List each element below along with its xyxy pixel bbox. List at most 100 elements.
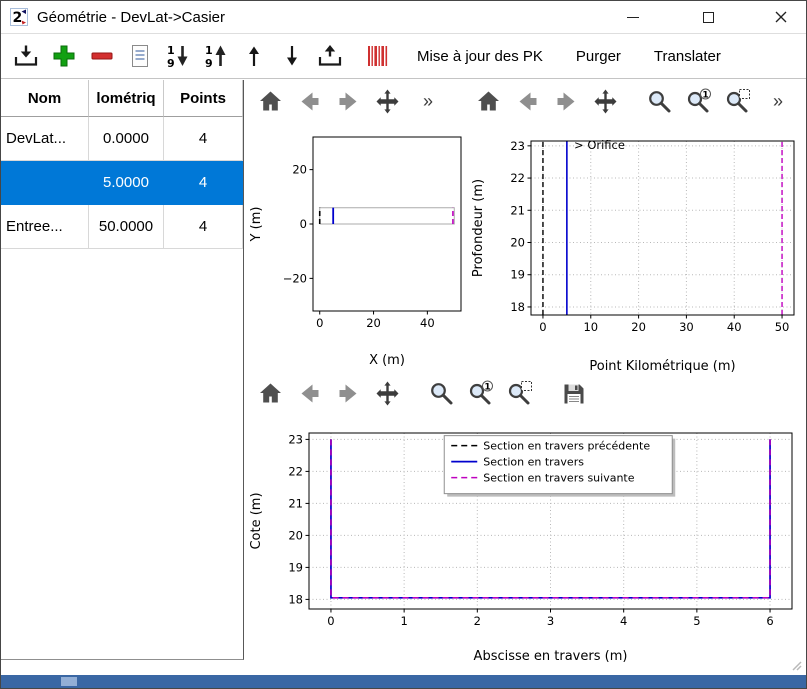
toolbar-overflow-chevron[interactable]: » xyxy=(773,91,783,112)
home-button[interactable] xyxy=(253,375,287,411)
zoom-rect-button[interactable] xyxy=(720,83,754,119)
pan-button[interactable] xyxy=(588,83,622,119)
close-icon xyxy=(775,11,787,23)
cell-nom[interactable]: DevLat... xyxy=(1,117,89,161)
resize-grip[interactable] xyxy=(789,658,803,672)
svg-text:20: 20 xyxy=(510,236,525,250)
cross-section-plot[interactable]: 0123456181920212223Abscisse en travers (… xyxy=(247,423,806,667)
zoom-one-icon: 1 xyxy=(467,380,494,407)
home-button[interactable] xyxy=(471,83,505,119)
svg-text:18: 18 xyxy=(510,300,525,314)
table-row-selected[interactable]: 5.0000 4 xyxy=(1,161,243,205)
profile-plot-toolbar: 1 » xyxy=(471,83,783,119)
zoom-one-button[interactable]: 1 xyxy=(681,83,715,119)
app-window: 2 Géométrie - DevLat->Casier xyxy=(0,0,807,689)
move-up-button[interactable] xyxy=(237,40,270,73)
svg-text:Cote (m): Cote (m) xyxy=(249,492,264,549)
svg-text:6: 6 xyxy=(766,614,773,628)
remove-button[interactable] xyxy=(85,40,118,73)
svg-text:18: 18 xyxy=(288,592,303,606)
zoom-button[interactable] xyxy=(424,375,458,411)
forward-icon xyxy=(553,88,580,115)
back-button[interactable] xyxy=(510,83,544,119)
svg-text:Point Kilométrique (m): Point Kilométrique (m) xyxy=(589,359,735,374)
close-button[interactable] xyxy=(758,2,804,32)
svg-text:22: 22 xyxy=(510,171,525,185)
pan-button[interactable] xyxy=(370,375,404,411)
pan-button[interactable] xyxy=(370,83,404,119)
svg-text:21: 21 xyxy=(510,203,525,217)
forward-button[interactable] xyxy=(549,83,583,119)
forward-button[interactable] xyxy=(331,83,365,119)
taskbar-app-icon[interactable] xyxy=(61,677,77,686)
sort-descending-button[interactable]: 1 9 xyxy=(161,40,194,73)
export-button[interactable] xyxy=(313,40,346,73)
zoom-icon xyxy=(646,88,673,115)
add-button[interactable] xyxy=(47,40,80,73)
svg-text:40: 40 xyxy=(727,320,742,334)
pk-stripes-button[interactable] xyxy=(361,40,394,73)
app-icon: 2 xyxy=(10,8,28,26)
svg-text:23: 23 xyxy=(288,432,303,446)
svg-text:19: 19 xyxy=(510,268,525,282)
save-button[interactable] xyxy=(556,375,590,411)
pan-icon xyxy=(374,380,401,407)
back-icon xyxy=(514,88,541,115)
cell-nom[interactable] xyxy=(1,161,89,205)
home-button[interactable] xyxy=(253,83,287,119)
cell-pk[interactable]: 0.0000 xyxy=(89,117,164,161)
svg-text:1: 1 xyxy=(205,44,213,57)
main-toolbar: 1 9 1 9 xyxy=(1,33,806,79)
svg-text:Profondeur (m): Profondeur (m) xyxy=(471,179,486,277)
column-header-points[interactable]: Points xyxy=(164,80,243,117)
taskbar-strip xyxy=(1,675,806,688)
column-header-pk[interactable]: lométriq xyxy=(89,80,164,117)
forward-button[interactable] xyxy=(331,375,365,411)
translate-button[interactable]: Translater xyxy=(644,42,731,71)
svg-text:2: 2 xyxy=(13,10,23,26)
column-header-nom[interactable]: Nom xyxy=(1,80,89,117)
svg-text:1: 1 xyxy=(484,382,490,392)
svg-text:X (m): X (m) xyxy=(369,353,405,368)
svg-text:22: 22 xyxy=(288,464,303,478)
svg-text:20: 20 xyxy=(288,528,303,542)
svg-text:0: 0 xyxy=(300,217,307,231)
minimize-icon xyxy=(627,17,639,18)
table-row[interactable]: DevLat... 0.0000 4 xyxy=(1,117,243,161)
import-button[interactable] xyxy=(9,40,42,73)
zoom-button[interactable] xyxy=(642,83,676,119)
back-button[interactable] xyxy=(292,375,326,411)
cell-points[interactable]: 4 xyxy=(164,117,243,161)
back-icon xyxy=(296,88,323,115)
pan-icon xyxy=(592,88,619,115)
cell-nom[interactable]: Entree... xyxy=(1,205,89,249)
plan-view-plot[interactable]: 02040−20020X (m)Y (m) xyxy=(247,125,467,371)
profile-view-plot[interactable]: 01020304050181920212223Point Kilométriqu… xyxy=(469,125,807,377)
pan-icon xyxy=(374,88,401,115)
cell-pk[interactable]: 5.0000 xyxy=(89,161,164,205)
purge-button[interactable]: Purger xyxy=(566,42,631,71)
zoom-icon xyxy=(428,380,455,407)
home-icon xyxy=(257,88,284,115)
toolbar-overflow-chevron[interactable]: » xyxy=(423,91,433,112)
svg-text:Section en travers suivante: Section en travers suivante xyxy=(483,472,634,485)
zoom-one-button[interactable]: 1 xyxy=(463,375,497,411)
svg-text:3: 3 xyxy=(547,614,554,628)
table-row[interactable]: Entree... 50.0000 4 xyxy=(1,205,243,249)
cell-pk[interactable]: 50.0000 xyxy=(89,205,164,249)
back-button[interactable] xyxy=(292,83,326,119)
back-icon xyxy=(296,380,323,407)
notes-button[interactable] xyxy=(123,40,156,73)
maximize-button[interactable] xyxy=(685,2,731,32)
svg-text:0: 0 xyxy=(316,316,323,330)
move-down-button[interactable] xyxy=(275,40,308,73)
cell-points[interactable]: 4 xyxy=(164,161,243,205)
zoom-rect-button[interactable] xyxy=(502,375,536,411)
sort-ascending-button[interactable]: 1 9 xyxy=(199,40,232,73)
arrow-up-icon xyxy=(240,42,268,70)
cell-points[interactable]: 4 xyxy=(164,205,243,249)
update-pk-button[interactable]: Mise à jour des PK xyxy=(407,42,553,71)
svg-text:Y (m): Y (m) xyxy=(249,207,264,243)
svg-text:Section en travers: Section en travers xyxy=(483,456,584,469)
minimize-button[interactable] xyxy=(610,2,656,32)
